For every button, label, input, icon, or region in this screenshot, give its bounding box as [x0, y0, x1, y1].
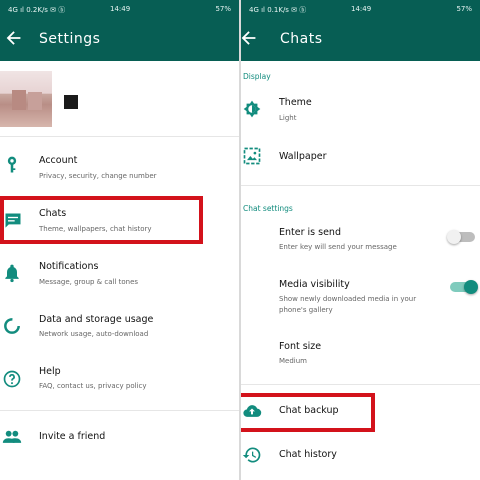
avatar-pixel [12, 90, 26, 110]
theme-icon [243, 100, 261, 118]
settings-screen: 4G ıl 0.2K/s ✉ ⓑ 14:49 57% Settings Acco… [0, 0, 239, 480]
divider [241, 384, 480, 385]
item-title: Invite a friend [39, 431, 106, 442]
divider [0, 410, 239, 411]
highlight-box-chats [0, 196, 203, 244]
page-title: Chats [280, 31, 323, 47]
page-title: Settings [39, 31, 101, 47]
back-arrow-icon[interactable] [3, 27, 25, 49]
toggle-knob [464, 280, 478, 294]
item-title: Data and storage usage [39, 314, 154, 325]
item-subtitle: Privacy, security, change number [39, 172, 157, 180]
item-title: Font size [279, 341, 322, 352]
bell-icon [5, 264, 19, 283]
profile-name-redacted [64, 95, 78, 109]
item-title: Chat history [279, 449, 337, 460]
history-icon [242, 447, 261, 463]
people-icon [2, 430, 22, 443]
item-subtitle: Message, group & call tones [39, 278, 139, 286]
highlight-box-chat-backup [241, 393, 375, 432]
section-label-display: Display [243, 72, 271, 81]
status-time: 14:49 [110, 5, 131, 13]
item-title: Theme [279, 97, 312, 108]
item-subtitle: Enter key will send your message [279, 243, 397, 251]
divider [241, 185, 480, 186]
divider [0, 136, 239, 137]
item-title: Wallpaper [279, 151, 327, 162]
avatar-pixel [28, 92, 42, 110]
toggle-knob [447, 230, 461, 244]
status-bar: 4G ıl 0.2K/s ✉ ⓑ 14:49 57% [0, 0, 239, 18]
item-title: Enter is send [279, 227, 341, 238]
item-subtitle: Network usage, auto-download [39, 330, 149, 338]
back-arrow-icon[interactable] [241, 27, 260, 49]
item-title: Account [39, 155, 78, 166]
item-subtitle: FAQ, contact us, privacy policy [39, 382, 147, 390]
help-icon [3, 370, 21, 388]
item-subtitle: Light [279, 114, 297, 122]
item-subtitle: Medium [279, 357, 307, 365]
item-title: Help [39, 366, 61, 377]
item-title: Media visibility [279, 279, 350, 290]
status-battery: 57% [215, 5, 231, 13]
key-icon [7, 156, 17, 173]
app-bar: 4G ıl 0.1K/s ✉ ⓑ 14:49 57% Chats [241, 0, 480, 61]
status-network: 4G ıl 0.2K/s ✉ ⓑ [8, 6, 66, 14]
item-subtitle: Show newly downloaded media in your [279, 295, 417, 303]
item-title: Notifications [39, 261, 99, 272]
section-label-chat-settings: Chat settings [243, 204, 293, 213]
app-bar: 4G ıl 0.2K/s ✉ ⓑ 14:49 57% Settings [0, 0, 239, 61]
chats-settings-screen: 4G ıl 0.1K/s ✉ ⓑ 14:49 57% Chats Display… [241, 0, 480, 480]
item-subtitle: phone's gallery [279, 306, 333, 314]
avatar [0, 71, 52, 127]
data-usage-icon [4, 318, 20, 334]
wallpaper-icon [243, 147, 261, 165]
status-battery: 57% [456, 5, 472, 13]
status-bar: 4G ıl 0.1K/s ✉ ⓑ 14:49 57% [241, 0, 480, 18]
status-time: 14:49 [351, 5, 372, 13]
status-network: 4G ıl 0.1K/s ✉ ⓑ [249, 6, 307, 14]
